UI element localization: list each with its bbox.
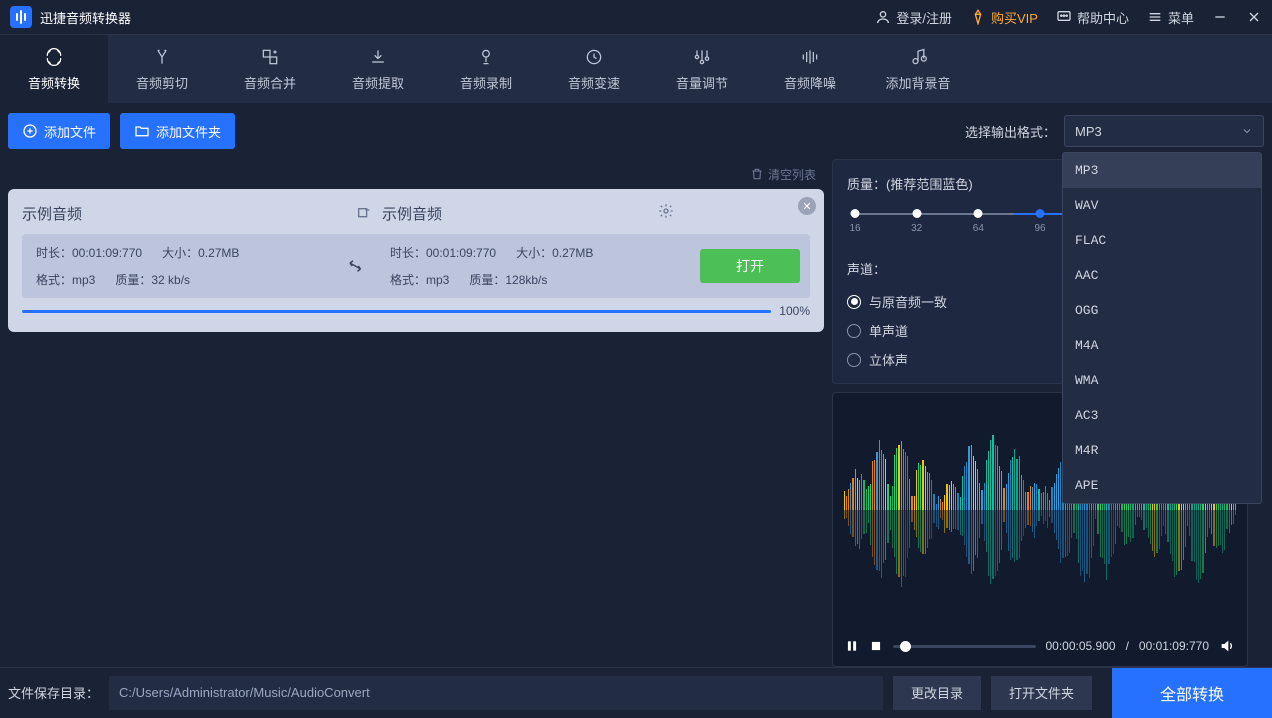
card-close-button[interactable]: ✕ (798, 197, 816, 215)
progress-bar (22, 310, 771, 313)
nav-tab-2[interactable]: 音频合并 (216, 35, 324, 103)
quality-dot[interactable] (851, 209, 860, 218)
pause-icon[interactable] (845, 639, 859, 653)
dropdown-item[interactable]: WMA (1063, 363, 1261, 398)
nav-icon (584, 47, 604, 67)
chevron-down-icon (1241, 125, 1253, 137)
open-button[interactable]: 打开 (700, 249, 800, 283)
nav-icon (908, 47, 928, 67)
quality-dot[interactable] (912, 209, 921, 218)
help-button[interactable]: 帮助中心 (1056, 8, 1129, 27)
clear-list-button[interactable]: 清空列表 (750, 166, 816, 183)
format-dropdown[interactable]: MP3WAVFLACAACOGGM4AWMAAC3M4RAPE (1062, 152, 1262, 504)
dropdown-item[interactable]: OGG (1063, 293, 1261, 328)
radio-icon (847, 353, 861, 367)
quality-label: 16 (849, 223, 860, 234)
nav-tab-6[interactable]: 音量调节 (648, 35, 756, 103)
menu-button[interactable]: 菜单 (1147, 8, 1194, 27)
titlebar: 迅捷音频转换器 登录/注册 购买VIP 帮助中心 菜单 (0, 0, 1272, 35)
dropdown-item[interactable]: AAC (1063, 258, 1261, 293)
nav-tab-7[interactable]: 音频降噪 (756, 35, 864, 103)
folder-icon (134, 123, 150, 139)
add-file-button[interactable]: 添加文件 (8, 113, 110, 149)
dropdown-item[interactable]: FLAC (1063, 223, 1261, 258)
dropdown-item[interactable]: APE (1063, 468, 1261, 503)
nav-tabs: 音频转换音频剪切音频合并音频提取音频录制音频变速音量调节音频降噪添加背景音 (0, 35, 1272, 103)
playback-position: 00:00:05.900 (1046, 639, 1116, 653)
dropdown-item[interactable]: AC3 (1063, 398, 1261, 433)
nav-icon (152, 47, 172, 67)
edit-icon[interactable] (356, 206, 372, 222)
vip-button[interactable]: 购买VIP (970, 8, 1038, 27)
nav-tab-0[interactable]: 音频转换 (0, 35, 108, 103)
footer: 文件保存目录： 更改目录 打开文件夹 全部转换 (0, 667, 1272, 717)
source-name: 示例音频 (22, 203, 82, 224)
nav-icon (368, 47, 388, 67)
format-select[interactable]: MP3 (1064, 115, 1264, 147)
app-title: 迅捷音频转换器 (40, 8, 131, 27)
radio-icon (847, 324, 861, 338)
dropdown-item[interactable]: MP3 (1063, 153, 1261, 188)
volume-icon[interactable] (1219, 638, 1235, 654)
dest-name: 示例音频 (382, 203, 442, 224)
dropdown-item[interactable]: WAV (1063, 188, 1261, 223)
playback-total: 00:01:09:770 (1139, 639, 1209, 653)
nav-icon (800, 47, 820, 67)
quality-dot[interactable] (974, 209, 983, 218)
nav-tab-8[interactable]: 添加背景音 (864, 35, 972, 103)
nav-tab-3[interactable]: 音频提取 (324, 35, 432, 103)
dest-info: 时长：00:01:09:770大小：0.27MB 格式：mp3质量：128kb/… (376, 244, 690, 288)
save-path-label: 文件保存目录： (8, 683, 99, 702)
playback-slider[interactable] (893, 645, 1036, 648)
login-button[interactable]: 登录/注册 (875, 8, 952, 27)
quality-label: 64 (973, 223, 984, 234)
chat-icon (1056, 9, 1072, 25)
file-list-panel: 清空列表 ✕ 示例音频 示例音频 时长：00:01:09:770大小：0.27M… (0, 159, 832, 667)
gear-icon[interactable] (658, 203, 674, 219)
nav-tab-5[interactable]: 音频变速 (540, 35, 648, 103)
trash-icon (750, 167, 764, 181)
source-info: 时长：00:01:09:770大小：0.27MB 格式：mp3质量：32 kb/… (22, 244, 336, 288)
quality-label: 96 (1034, 223, 1045, 234)
nav-icon (476, 47, 496, 67)
close-button[interactable] (1246, 9, 1262, 25)
user-icon (875, 9, 891, 25)
diamond-icon (970, 9, 986, 25)
add-folder-button[interactable]: 添加文件夹 (120, 113, 235, 149)
nav-tab-1[interactable]: 音频剪切 (108, 35, 216, 103)
hamburger-icon (1147, 9, 1163, 25)
plus-circle-icon (22, 123, 38, 139)
radio-icon (847, 295, 861, 309)
app-logo (10, 6, 32, 28)
open-folder-button[interactable]: 打开文件夹 (991, 676, 1092, 710)
convert-all-button[interactable]: 全部转换 (1112, 668, 1272, 718)
dropdown-item[interactable]: M4R (1063, 433, 1261, 468)
stop-icon[interactable] (869, 639, 883, 653)
change-dir-button[interactable]: 更改目录 (893, 676, 981, 710)
progress-percent: 100% (779, 304, 810, 318)
nav-icon (260, 47, 280, 67)
nav-icon (44, 47, 64, 67)
quality-dot[interactable] (1036, 209, 1045, 218)
format-label: 选择输出格式： (965, 122, 1056, 141)
swap-icon[interactable] (347, 257, 365, 275)
nav-icon (692, 47, 712, 67)
save-path-input[interactable] (109, 676, 883, 710)
minimize-button[interactable] (1212, 9, 1228, 25)
audio-card: ✕ 示例音频 示例音频 时长：00:01:09:770大小：0.27MB 格式：… (8, 189, 824, 332)
nav-tab-4[interactable]: 音频录制 (432, 35, 540, 103)
quality-label: 32 (911, 223, 922, 234)
toolbar: 添加文件 添加文件夹 选择输出格式： MP3 (0, 103, 1272, 159)
dropdown-item[interactable]: M4A (1063, 328, 1261, 363)
